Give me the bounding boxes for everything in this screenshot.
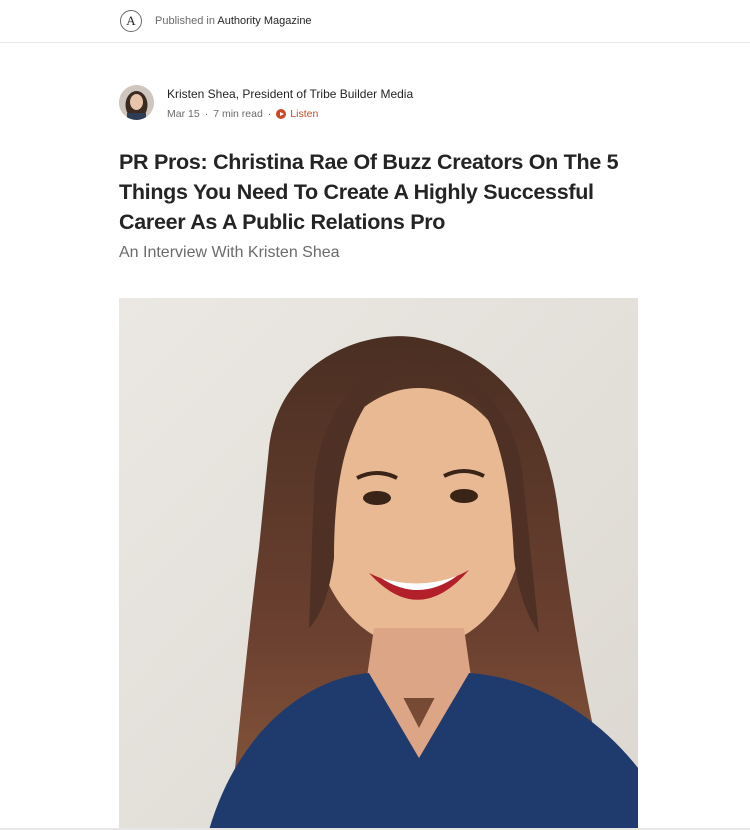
article-meta: Mar 15 · 7 min read · Listen — [167, 108, 318, 120]
listen-label: Listen — [290, 108, 319, 120]
listen-button[interactable]: Listen — [276, 108, 318, 120]
article-title: PR Pros: Christina Rae Of Buzz Creators … — [119, 150, 619, 234]
article-subtitle: An Interview With Kristen Shea — [119, 244, 340, 261]
author-avatar[interactable] — [119, 85, 154, 120]
author-name-link[interactable]: Kristen Shea, President of Tribe Builder… — [167, 87, 413, 101]
article-hero-image — [119, 298, 638, 830]
meta-separator: · — [267, 108, 272, 120]
avatar-photo — [119, 85, 154, 120]
play-icon — [276, 109, 287, 119]
read-time: 7 min read — [213, 108, 263, 120]
publish-date: Mar 15 — [167, 108, 200, 120]
published-in-text: Published in Authority Magazine — [155, 15, 312, 27]
author-byline: Kristen Shea, President of Tribe Builder… — [119, 85, 639, 125]
publication-logo-icon[interactable]: A — [120, 10, 142, 32]
portrait-photo — [119, 298, 638, 830]
publication-name-link[interactable]: Authority Magazine — [217, 15, 311, 27]
published-in-label: Published in — [155, 15, 215, 27]
publication-header: A Published in Authority Magazine — [0, 0, 750, 43]
meta-separator: · — [204, 108, 209, 120]
